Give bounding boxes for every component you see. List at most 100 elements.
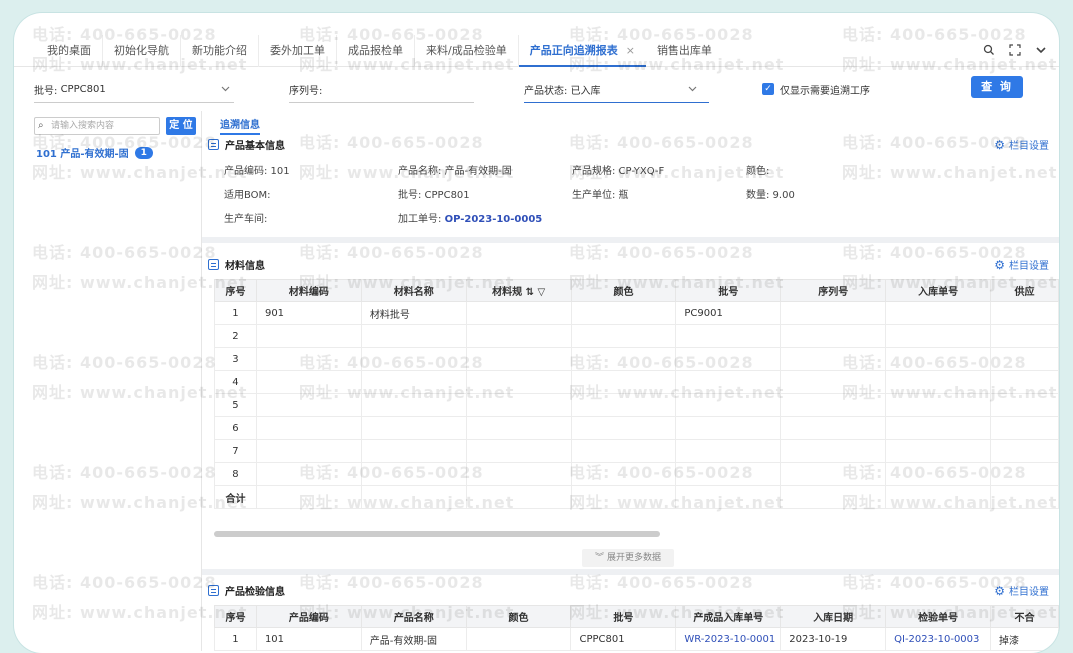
fullscreen-icon[interactable]	[1009, 43, 1021, 59]
tab-desktop[interactable]: 我的桌面	[36, 34, 103, 67]
col-header-text: 材料规	[492, 287, 523, 298]
table-cell: 5	[214, 393, 257, 417]
table-row[interactable]: 3	[214, 347, 1059, 371]
workshop: 生产车间:	[224, 214, 268, 225]
main-content: 追溯信息 产品基本信息 ⚙ 栏目设置 产品编码: 101 产品名称: 产品-有效期…	[202, 111, 1059, 651]
table-cell	[990, 485, 1059, 509]
table-row[interactable]: 1 901 材料批号 PC9001	[214, 301, 1059, 325]
cell-index: 1	[214, 627, 257, 651]
column-settings-button[interactable]: ⚙ 栏目设置	[994, 583, 1049, 599]
table-cell: 901	[255, 301, 362, 325]
column-settings-label: 栏目设置	[1009, 587, 1049, 598]
only-trace-checkbox[interactable]: ✓ 仅显示需要追溯工序	[762, 75, 922, 103]
tab-forward-trace-report[interactable]: 产品正向追溯报表 ×	[518, 35, 647, 67]
status-filter[interactable]: 产品状态: 已入库	[524, 75, 709, 103]
table-cell	[360, 393, 467, 417]
batch-underline	[34, 102, 234, 103]
table-cell	[570, 485, 677, 509]
col-header[interactable]: 入库日期	[780, 605, 887, 628]
col-header[interactable]: 颜色	[570, 279, 677, 302]
col-header[interactable]: 供应	[990, 279, 1059, 302]
col-header[interactable]: 产品编码	[255, 605, 362, 628]
chevron-down-icon[interactable]	[1035, 44, 1047, 59]
table-cell	[360, 416, 467, 440]
col-header[interactable]: 产成品入库单号	[675, 605, 782, 628]
table-row[interactable]: 8	[214, 462, 1059, 486]
only-trace-label: 仅显示需要追溯工序	[780, 85, 870, 97]
table-cell	[675, 393, 782, 417]
cell-color	[465, 627, 572, 651]
horizontal-scrollbar[interactable]	[214, 531, 660, 537]
col-header[interactable]: 不合	[990, 605, 1059, 628]
col-header[interactable]: 批号	[570, 605, 677, 628]
tree-item-product[interactable]: 101 产品-有效期-固 1	[36, 145, 153, 160]
col-header[interactable]: 检验单号	[885, 605, 991, 628]
inspection-table: 序号 产品编码 产品名称 颜色 批号 产成品入库单号 入库日期 检验单号 不合 …	[214, 605, 1059, 651]
search-placeholder: 请输入搜索内容	[51, 121, 115, 131]
material-table-header: 序号 材料编码 材料名称 材料规 ⇅ ▽ 颜色 批号 序列号 入库单号 供应	[214, 279, 1059, 302]
col-header[interactable]: 材料规 ⇅ ▽	[465, 279, 572, 302]
table-row[interactable]: 6	[214, 416, 1059, 440]
locate-button[interactable]: 定 位	[166, 117, 196, 135]
table-cell	[570, 301, 677, 325]
tab-init-nav[interactable]: 初始化导航	[103, 34, 181, 67]
table-cell	[675, 370, 782, 394]
table-row[interactable]: 7	[214, 439, 1059, 463]
table-cell	[885, 324, 992, 348]
col-header[interactable]: 序号	[214, 605, 257, 628]
status-value: 已入库	[570, 85, 601, 97]
chevron-down-icon[interactable]	[688, 84, 697, 95]
table-cell: 3	[214, 347, 257, 371]
work-order-link[interactable]: OP-2023-10-0005	[445, 214, 543, 225]
tab-inspection-order[interactable]: 来料/成品检验单	[415, 34, 519, 67]
col-header[interactable]: 颜色	[465, 605, 572, 628]
section-divider	[202, 569, 1059, 575]
batch-filter[interactable]: 批号: CPPC801	[34, 75, 234, 103]
material-info-title-text: 材料信息	[225, 261, 265, 272]
table-row[interactable]: 5	[214, 393, 1059, 417]
table-row[interactable]: 1 101 产品-有效期-固 CPPC801 WR-2023-10-0001 2…	[214, 627, 1059, 651]
col-header[interactable]: 批号	[675, 279, 782, 302]
sort-filter-icon[interactable]: ⇅ ▽	[526, 287, 546, 298]
table-cell	[360, 370, 467, 394]
col-header[interactable]: 产品名称	[360, 605, 467, 628]
table-cell	[255, 485, 362, 509]
tab-sales-outbound[interactable]: 销售出库单	[646, 35, 723, 67]
query-button[interactable]: 查 询	[971, 76, 1023, 98]
tab-new-features[interactable]: 新功能介绍	[181, 34, 259, 67]
table-cell	[990, 462, 1059, 486]
column-settings-label: 栏目设置	[1009, 261, 1049, 272]
expand-more-button[interactable]: ︾ 展开更多数据	[582, 549, 674, 567]
col-header[interactable]: 序号	[214, 279, 257, 302]
close-icon[interactable]: ×	[626, 44, 635, 57]
column-settings-button[interactable]: ⚙ 栏目设置	[994, 257, 1049, 273]
table-cell	[675, 324, 782, 348]
chevron-down-icon[interactable]	[221, 84, 230, 95]
tab-trace-info[interactable]: 追溯信息	[220, 116, 260, 135]
table-cell	[465, 393, 572, 417]
cell-receipt-link[interactable]: WR-2023-10-0001	[675, 627, 782, 651]
search-icon[interactable]	[983, 44, 995, 59]
col-header[interactable]: 入库单号	[885, 279, 992, 302]
work-order-label: 加工单号:	[398, 214, 442, 225]
table-cell	[570, 393, 677, 417]
col-header[interactable]: 材料名称	[360, 279, 467, 302]
app-window: 我的桌面 初始化导航 新功能介绍 委外加工单 成品报检单 来料/成品检验单 产品…	[14, 13, 1059, 653]
table-cell	[780, 416, 887, 440]
checkbox-checked-icon[interactable]: ✓	[762, 83, 774, 95]
status-underline	[524, 102, 709, 103]
table-row[interactable]: 4	[214, 370, 1059, 394]
tab-inspection-request[interactable]: 成品报检单	[337, 34, 415, 67]
tree-item-label: 101 产品-有效期-固	[36, 149, 129, 160]
table-row[interactable]: 2	[214, 324, 1059, 348]
col-header[interactable]: 序列号	[780, 279, 887, 302]
tree-search-input[interactable]: ⌕ 请输入搜索内容	[34, 117, 160, 135]
cell-defect: 掉漆	[990, 627, 1059, 651]
tab-outsource-order[interactable]: 委外加工单	[259, 34, 337, 67]
table-cell	[885, 370, 992, 394]
column-settings-button[interactable]: ⚙ 栏目设置	[994, 137, 1049, 153]
cell-inspection-link[interactable]: QI-2023-10-0003	[885, 627, 991, 651]
serial-filter[interactable]: 序列号:	[289, 75, 474, 103]
table-cell	[885, 439, 992, 463]
col-header[interactable]: 材料编码	[255, 279, 362, 302]
